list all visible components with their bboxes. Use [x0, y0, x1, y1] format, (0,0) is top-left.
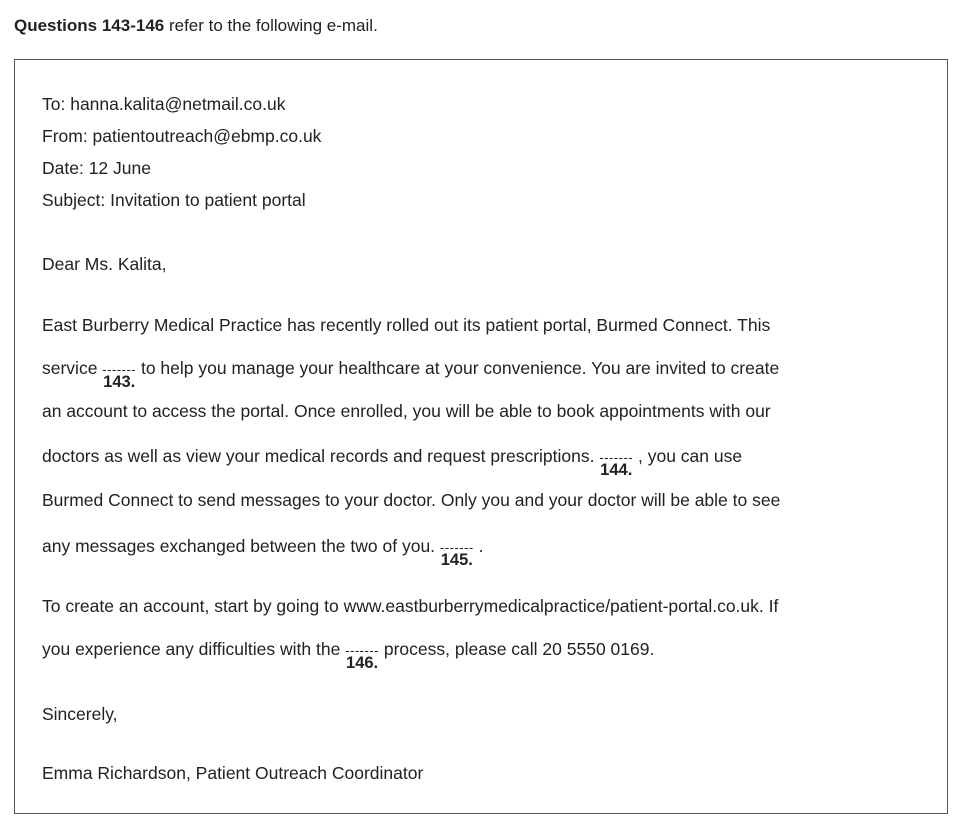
body-line-4-end: , you can use [633, 446, 743, 466]
email-closing: Sincerely, [42, 704, 118, 724]
body-line-8: you experience any difficulties with the… [42, 638, 655, 672]
body-line-2-end: to help you manage your healthcare at yo… [136, 358, 780, 378]
body-line-4-start: doctors as well as view your medical rec… [42, 446, 600, 466]
body-line-8-end: process, please call 20 5550 0169. [379, 639, 655, 659]
body-line-2: service ------- 143. to help you manage y… [42, 357, 780, 391]
body-line-2-start: service [42, 358, 103, 378]
email-greeting: Dear Ms. Kalita, [42, 254, 167, 274]
body-line-7: To create an account, start by going to … [42, 596, 779, 616]
email-subject: Subject: Invitation to patient portal [42, 190, 306, 210]
question-number-143: 143. [103, 373, 136, 391]
blank-145: ------- 145. [440, 537, 474, 569]
body-line-6: any messages exchanged between the two o… [42, 535, 484, 569]
email-signature: Emma Richardson, Patient Outreach Coordi… [42, 763, 424, 783]
body-line-5: Burmed Connect to send messages to your … [42, 490, 781, 510]
email-date: Date: 12 June [42, 158, 151, 178]
instructions-text: refer to the following e-mail. [164, 16, 378, 35]
instructions-heading: Questions 143-146 refer to the following… [14, 15, 378, 37]
email-from: From: patientoutreach@ebmp.co.uk [42, 126, 322, 146]
body-line-1: East Burberry Medical Practice has recen… [42, 315, 771, 335]
body-line-6-start: any messages exchanged between the two o… [42, 536, 440, 556]
email-frame [14, 59, 948, 814]
question-range: Questions 143-146 [14, 16, 165, 35]
question-number-146: 146. [346, 654, 379, 672]
question-number-144: 144. [600, 461, 633, 479]
email-to: To: hanna.kalita@netmail.co.uk [42, 94, 286, 114]
body-line-4: doctors as well as view your medical rec… [42, 445, 743, 479]
body-line-8-start: you experience any difficulties with the [42, 639, 346, 659]
question-number-145: 145. [440, 551, 473, 569]
blank-143: ------- 143. [102, 359, 136, 391]
body-line-6-end: . [473, 536, 484, 556]
blank-144: ------- 144. [599, 447, 633, 479]
blank-146: ------- 146. [345, 640, 379, 672]
body-line-3: an account to access the portal. Once en… [42, 401, 771, 421]
